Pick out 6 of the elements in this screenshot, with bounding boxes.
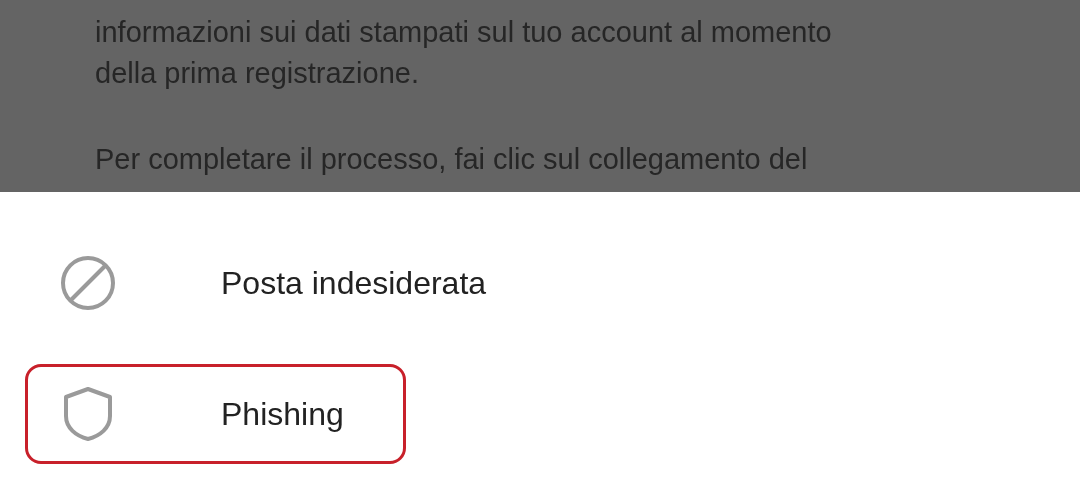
body-text-line: informazioni sui dati stampati sul tuo account al momento [95,15,832,50]
body-text-line: Per completare il processo, fai clic sul collegamento del [95,142,808,177]
shield-icon [62,386,114,442]
block-icon [60,255,116,311]
body-text-line: della prima registrazione. [95,56,419,91]
menu-item[interactable]: Phishing [25,364,406,464]
